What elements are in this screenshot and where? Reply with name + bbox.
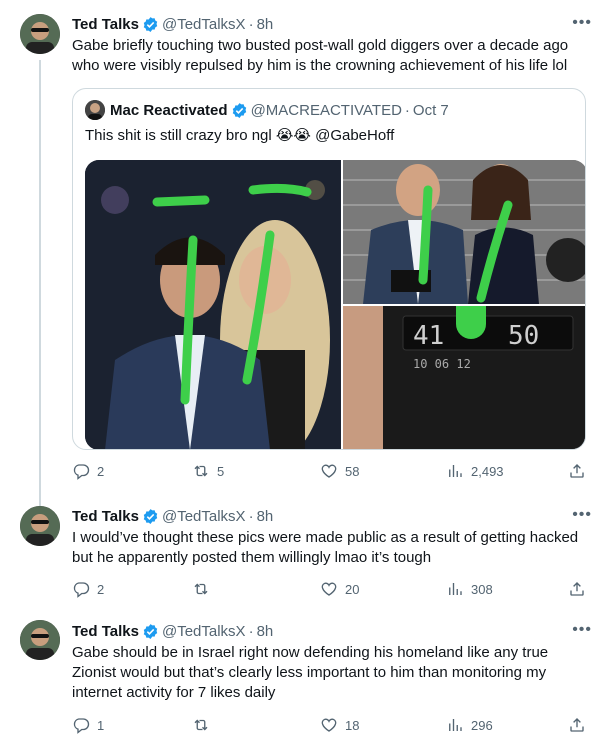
share-icon	[570, 718, 584, 732]
tweet-2[interactable]: Ted Talks @TedTalksX · 8h ••• I would’ve…	[0, 492, 612, 610]
like-icon	[321, 464, 337, 478]
media-photo-3[interactable]: 41 50 10 06 12	[343, 306, 585, 449]
share-icon	[570, 464, 584, 478]
quote-avatar[interactable]	[85, 100, 105, 120]
like-count: 18	[345, 717, 360, 733]
reply-icon	[73, 718, 90, 734]
separator-dot: ·	[248, 507, 254, 525]
quoted-tweet[interactable]: Mac Reactivated @MACREACTIVATED · Oct 7 …	[72, 88, 586, 450]
thread-line	[39, 60, 41, 506]
more-icon[interactable]: •••	[572, 621, 592, 639]
retweet-button[interactable]	[192, 580, 217, 598]
reply-icon	[73, 582, 90, 598]
display-name[interactable]: Ted Talks	[72, 508, 139, 525]
retweet-button[interactable]	[192, 716, 217, 734]
more-icon[interactable]: •••	[572, 14, 592, 32]
tweet-actions: 1 18 296	[72, 716, 588, 736]
handle[interactable]: @TedTalksX	[162, 623, 246, 640]
display-name[interactable]: Ted Talks	[72, 623, 139, 640]
reply-count: 2	[97, 463, 105, 479]
quote-timestamp[interactable]: Oct 7	[413, 102, 449, 119]
separator-dot: ·	[404, 101, 410, 119]
reply-icon	[73, 464, 90, 480]
views-count: 296	[471, 717, 493, 733]
svg-text:41: 41	[413, 321, 444, 351]
views-button[interactable]: 2,493	[446, 462, 504, 480]
views-icon	[449, 465, 462, 477]
separator-dot: ·	[248, 622, 254, 640]
timestamp[interactable]: 8h	[257, 16, 274, 33]
verified-badge-icon	[143, 508, 158, 524]
tweet-actions: 2 5 58 2,493	[72, 462, 588, 482]
reply-button[interactable]: 2	[72, 580, 104, 598]
media-photo-2[interactable]	[343, 160, 585, 304]
retweet-icon	[194, 465, 208, 477]
quote-handle[interactable]: @MACREACTIVATED	[251, 102, 402, 119]
reply-count: 1	[97, 717, 105, 733]
like-count: 20	[345, 581, 360, 597]
display-name[interactable]: Ted Talks	[72, 16, 139, 33]
retweet-count: 5	[217, 463, 225, 479]
tweet-text: I would’ve thought these pics were made …	[72, 529, 579, 566]
views-button[interactable]: 308	[446, 580, 493, 598]
views-count: 2,493	[471, 463, 504, 479]
views-count: 308	[471, 581, 493, 597]
reply-count: 2	[97, 581, 105, 597]
reply-button[interactable]: 1	[72, 716, 104, 734]
views-icon	[449, 719, 462, 731]
avatar[interactable]	[20, 14, 60, 54]
like-count: 58	[345, 463, 360, 479]
tweet-text: Gabe should be in Israel right now defen…	[72, 644, 549, 701]
tweet-header: Ted Talks @TedTalksX · 8h	[72, 14, 592, 34]
avatar[interactable]	[20, 506, 60, 546]
media-grid: 41 50 10 06 12	[85, 160, 585, 449]
avatar[interactable]	[20, 620, 60, 660]
quote-display-name[interactable]: Mac Reactivated	[110, 102, 228, 119]
share-icon	[570, 582, 584, 596]
retweet-icon	[194, 719, 208, 731]
verified-badge-icon	[232, 102, 246, 118]
retweet-button[interactable]: 5	[192, 462, 224, 480]
media-photo-1[interactable]	[85, 160, 341, 449]
tweet-text: Gabe briefly touching two busted post-wa…	[72, 37, 569, 74]
more-icon[interactable]: •••	[572, 506, 592, 524]
reply-button[interactable]: 2	[72, 462, 104, 480]
svg-text:50: 50	[508, 321, 539, 351]
verified-badge-icon	[143, 16, 158, 32]
svg-text:10 06 12: 10 06 12	[413, 357, 471, 371]
quote-text: This shit is still crazy bro ngl 😭😭 @Gab…	[85, 127, 395, 144]
thread-line	[39, 492, 41, 506]
handle[interactable]: @TedTalksX	[162, 16, 246, 33]
separator-dot: ·	[248, 15, 254, 33]
views-icon	[449, 583, 462, 595]
tweet-actions: 2 20 308	[72, 580, 588, 600]
share-button[interactable]	[568, 462, 586, 480]
tweet-3[interactable]: Ted Talks @TedTalksX · 8h ••• Gabe shoul…	[0, 610, 612, 741]
timestamp[interactable]: 8h	[257, 623, 274, 640]
tweet-header: Ted Talks @TedTalksX · 8h	[72, 506, 592, 526]
like-icon	[321, 718, 337, 732]
handle[interactable]: @TedTalksX	[162, 508, 246, 525]
retweet-icon	[194, 583, 208, 595]
views-button[interactable]: 296	[446, 716, 493, 734]
quote-header: Mac Reactivated @MACREACTIVATED · Oct 7	[85, 100, 449, 120]
like-button[interactable]: 58	[320, 462, 359, 480]
share-button[interactable]	[568, 716, 586, 734]
like-button[interactable]: 20	[320, 580, 359, 598]
tweet-header: Ted Talks @TedTalksX · 8h	[72, 621, 592, 641]
timestamp[interactable]: 8h	[257, 508, 274, 525]
share-button[interactable]	[568, 580, 586, 598]
like-icon	[321, 582, 337, 596]
like-button[interactable]: 18	[320, 716, 359, 734]
tweet-1[interactable]: Ted Talks @TedTalksX · 8h ••• Gabe brief…	[0, 0, 612, 506]
verified-badge-icon	[143, 623, 158, 639]
